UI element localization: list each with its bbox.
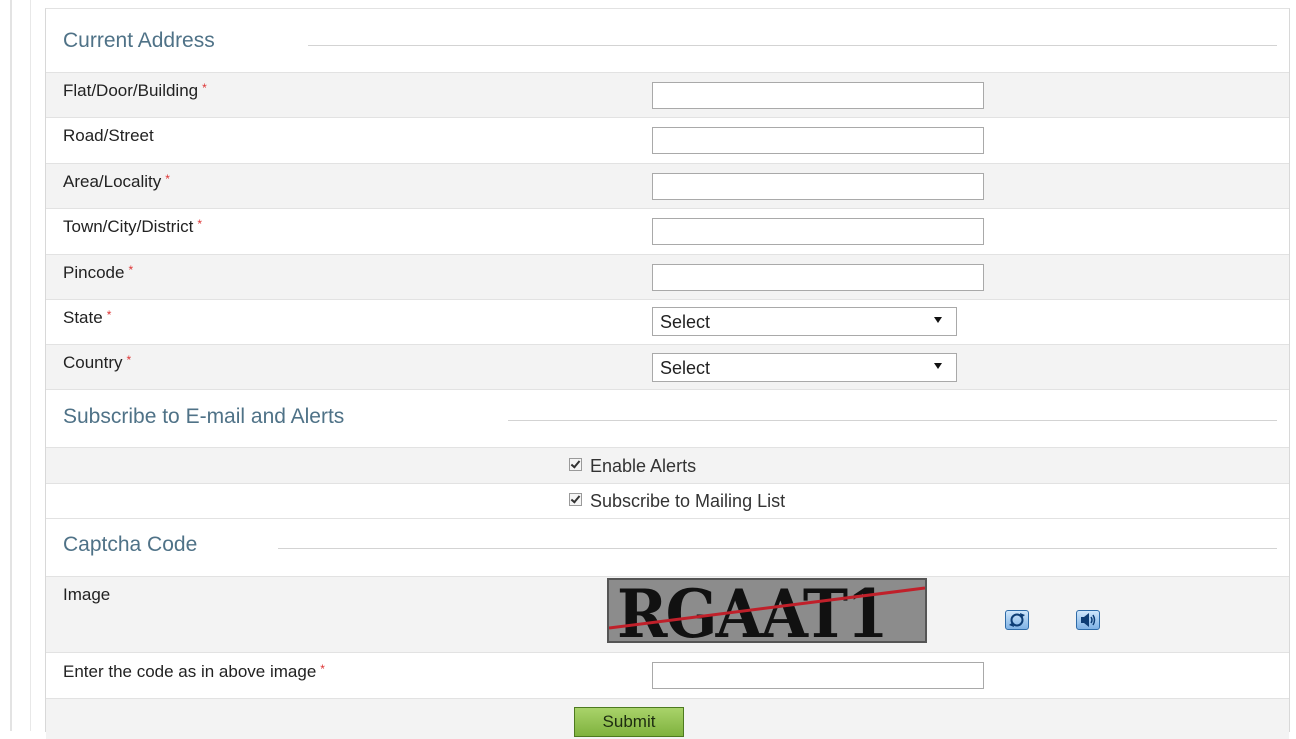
section-header-subscribe: Subscribe to E-mail and Alerts [46,390,1289,448]
section-header-address: Current Address [46,9,1289,73]
row-area: Area/Locality * [46,164,1289,209]
audio-captcha-button[interactable] [1076,610,1100,630]
label-captcha-image: Image [63,585,111,604]
chevron-down-icon [934,317,942,323]
flat-door-building-input[interactable] [652,82,984,109]
captcha-strike-line [609,586,925,630]
section-divider [278,548,1277,549]
country-selected-value: Select [660,358,711,378]
label-town: Town/City/District * [63,217,203,236]
road-street-input[interactable] [652,127,984,154]
row-pincode: Pincode * [46,255,1289,300]
captcha-code-input[interactable] [652,662,984,689]
label-captcha-code: Enter the code as in above image * [63,662,325,681]
label-area: Area/Locality * [63,172,170,191]
row-mailing-list: Subscribe to Mailing List [46,484,1289,519]
page-left-divider [30,0,31,731]
mailing-list-label: Subscribe to Mailing List [590,491,786,511]
chevron-down-icon [934,363,942,369]
captcha-image: RGAAT1 [607,578,927,643]
enable-alerts-checkbox[interactable] [569,458,582,471]
refresh-captcha-button[interactable] [1005,610,1029,630]
submit-button[interactable]: Submit [574,707,684,737]
option-mailing-list[interactable]: Subscribe to Mailing List [569,491,785,512]
row-road: Road/Street [46,118,1289,164]
country-select[interactable]: Select [652,353,957,382]
town-city-district-input[interactable] [652,218,984,245]
state-select[interactable]: Select [652,307,957,336]
label-flat: Flat/Door/Building * [63,81,207,100]
section-title-subscribe: Subscribe to E-mail and Alerts [63,405,345,428]
row-flat: Flat/Door/Building * [46,73,1289,118]
section-header-captcha: Captcha Code [46,519,1289,577]
label-country: Country * [63,353,132,372]
row-state: State * Select [46,300,1289,345]
state-selected-value: Select [660,312,711,332]
row-captcha-code: Enter the code as in above image * [46,653,1289,699]
row-town: Town/City/District * [46,209,1289,255]
section-divider [508,420,1277,421]
label-pincode: Pincode * [63,263,134,282]
enable-alerts-label: Enable Alerts [590,456,697,476]
label-state: State * [63,308,112,327]
label-road: Road/Street [63,126,154,145]
section-divider [308,45,1277,46]
row-country: Country * Select [46,345,1289,390]
area-locality-input[interactable] [652,173,984,200]
option-enable-alerts[interactable]: Enable Alerts [569,456,696,477]
row-enable-alerts: Enable Alerts [46,448,1289,484]
refresh-icon [1009,613,1025,627]
speaker-icon [1081,613,1096,627]
page-left-border [10,0,12,731]
section-title-address: Current Address [63,29,215,52]
section-title-captcha: Captcha Code [63,533,198,556]
pincode-input[interactable] [652,264,984,291]
mailing-list-checkbox[interactable] [569,493,582,506]
